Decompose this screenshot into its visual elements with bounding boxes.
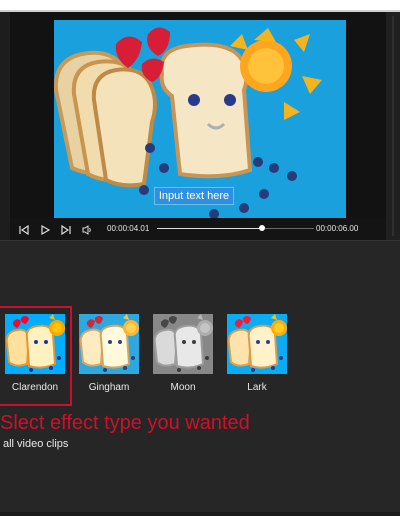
effect-thumbnail	[227, 314, 287, 374]
effect-label: Lark	[247, 382, 267, 393]
text-overlay[interactable]: Input text here	[154, 187, 234, 205]
video-player: Input text here 00:00:04.01 00:00:06.00	[10, 12, 386, 240]
divider	[0, 240, 400, 241]
effects-list: Clarendon Gingham Moon Lark	[0, 306, 400, 408]
skip-end-icon[interactable]	[60, 223, 72, 236]
left-gutter	[0, 12, 10, 240]
effect-thumbnail	[5, 314, 65, 374]
bottom-edge	[0, 512, 400, 516]
skip-start-icon[interactable]	[18, 223, 30, 236]
play-icon[interactable]	[39, 223, 51, 236]
seek-slider[interactable]	[157, 225, 314, 231]
seek-thumb[interactable]	[259, 225, 266, 231]
effect-gingham[interactable]: Gingham	[74, 308, 144, 404]
effect-thumbnail	[153, 314, 213, 374]
effect-label: Gingham	[88, 382, 130, 393]
top-strip	[0, 0, 400, 12]
video-preview[interactable]: Input text here	[54, 20, 346, 218]
volume-icon[interactable]	[81, 223, 93, 235]
playback-controls: 00:00:04.01 00:00:06.00	[10, 218, 386, 240]
effect-clarendon[interactable]: Clarendon	[0, 306, 72, 406]
effect-lark[interactable]: Lark	[222, 308, 292, 404]
apply-all-text: all video clips	[3, 438, 69, 450]
seek-progress	[157, 228, 263, 229]
effect-moon[interactable]: Moon	[148, 308, 218, 404]
current-time: 00:00:04.01	[107, 224, 150, 233]
right-scrollbar[interactable]	[386, 12, 400, 240]
instruction-text: Slect effect type you wanted	[0, 412, 250, 434]
effect-label: Clarendon	[11, 382, 59, 393]
effect-label: Moon	[170, 382, 196, 393]
effect-thumbnail	[79, 314, 139, 374]
total-time: 00:00:06.00	[316, 224, 359, 233]
